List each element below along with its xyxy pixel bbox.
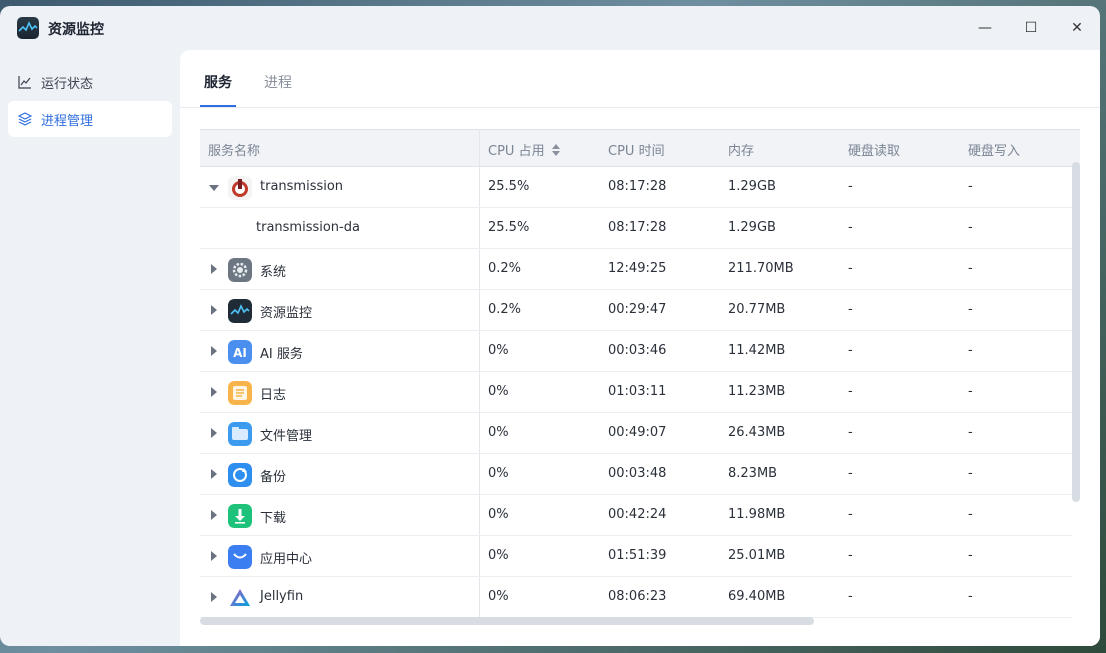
table-row[interactable]: AI AI 服务 0% 00:03:46 11.42MB - - [200,331,1072,372]
close-button[interactable]: ✕ [1067,18,1087,38]
sidebar: 运行状态 进程管理 [0,50,180,646]
svg-text:AI: AI [233,346,247,360]
main-content: 服务 进程 服务名称 CPU 占用 CPU 时间 内存 硬盘读取 硬盘写入 tr… [180,50,1100,646]
expand-caret-icon[interactable] [211,428,217,438]
expand-caret-icon[interactable] [211,592,217,602]
folder-icon [228,422,252,446]
sort-icon [551,143,560,160]
expand-caret-icon[interactable] [211,387,217,397]
window-title: 资源监控 [48,22,104,38]
log-icon [228,381,252,405]
active-tab-indicator [200,105,236,107]
table-row[interactable]: 日志 0% 01:03:11 11.23MB - - [200,372,1072,413]
backup-icon [228,463,252,487]
ai-icon: AI [228,340,252,364]
column-header-disk-read[interactable]: 硬盘读取 [848,140,900,159]
app-window: 资源监控 — ☐ ✕ 运行状态 进程管理 服务 进程 服务名称 CPU 占用 C… [0,6,1100,646]
column-header-cpu-label: CPU 占用 [488,144,545,159]
horizontal-scrollbar[interactable] [200,617,814,625]
download-icon [228,504,252,528]
table-row[interactable]: 下载 0% 00:42:24 11.98MB - - [200,495,1072,536]
expand-caret-icon[interactable] [211,305,217,315]
expand-caret-icon[interactable] [211,346,217,356]
vertical-scrollbar[interactable] [1072,162,1080,502]
table-header: 服务名称 CPU 占用 CPU 时间 内存 硬盘读取 硬盘写入 [200,129,1080,167]
expand-caret-icon[interactable] [211,469,217,479]
expand-caret-icon[interactable] [211,510,217,520]
column-header-name[interactable]: 服务名称 [208,140,260,159]
tab-bar: 服务 进程 [180,50,1100,108]
column-header-cpu[interactable]: CPU 占用 [488,140,560,160]
table-row[interactable]: 资源监控 0.2% 00:29:47 20.77MB - - [200,290,1072,331]
expand-caret-icon[interactable] [211,551,217,561]
collapse-caret-icon[interactable] [209,185,219,191]
sidebar-item-status[interactable]: 运行状态 [8,64,172,100]
title-bar: 资源监控 — ☐ ✕ [0,6,1100,50]
table-row[interactable]: 文件管理 0% 00:49:07 26.43MB - - [200,413,1072,454]
tab-services[interactable]: 服务 [204,72,232,92]
sidebar-item-label: 运行状态 [41,76,94,92]
table-row[interactable]: 系统 0.2% 12:49:25 211.70MB - - [200,249,1072,290]
sidebar-item-label: 进程管理 [41,113,94,129]
table-row[interactable]: transmission-da 25.5% 08:17:28 1.29GB - … [200,208,1072,249]
maximize-button[interactable]: ☐ [1021,18,1041,38]
line-chart-icon [18,75,32,89]
sidebar-item-process-management[interactable]: 进程管理 [8,101,172,137]
table-row[interactable]: transmission 25.5% 08:17:28 1.29GB - - [200,167,1072,208]
minimize-button[interactable]: — [975,18,995,38]
layers-icon [18,112,32,126]
expand-caret-icon[interactable] [211,264,217,274]
column-header-memory[interactable]: 内存 [728,140,754,159]
table-row[interactable]: 应用中心 0% 01:51:39 25.01MB - - [200,536,1072,577]
column-header-cpu-time[interactable]: CPU 时间 [608,140,665,159]
services-table: 服务名称 CPU 占用 CPU 时间 内存 硬盘读取 硬盘写入 transmis… [200,129,1080,623]
table-row[interactable]: Jellyfin 0% 08:06:23 69.40MB - - [200,577,1072,618]
resource-monitor-icon [228,299,252,323]
tab-processes[interactable]: 进程 [264,72,292,92]
column-header-disk-write[interactable]: 硬盘写入 [968,140,1020,159]
app-store-icon [228,545,252,569]
table-row[interactable]: 备份 0% 00:03:48 8.23MB - - [200,454,1072,495]
transmission-icon [228,176,252,200]
resource-monitor-icon [17,17,39,39]
gear-icon [228,258,252,282]
jellyfin-icon [228,586,252,610]
